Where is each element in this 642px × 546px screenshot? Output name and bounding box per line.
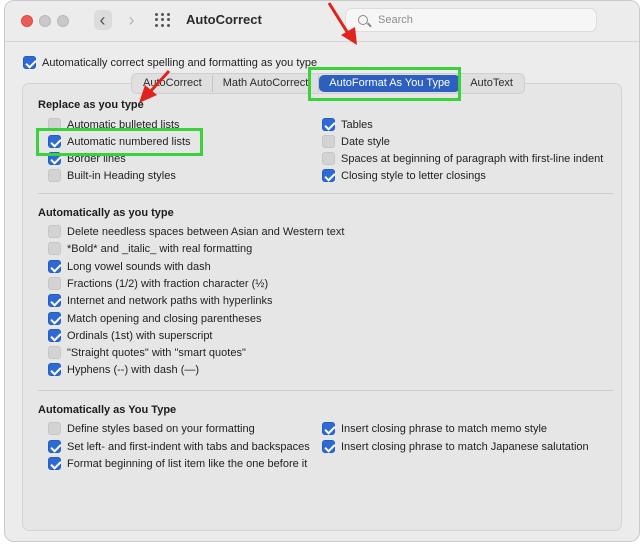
search-icon xyxy=(358,15,368,25)
option-row[interactable]: Date style xyxy=(322,135,390,148)
option-row[interactable]: Spaces at beginning of paragraph with fi… xyxy=(322,152,603,165)
option-label: Long vowel sounds with dash xyxy=(67,260,211,273)
option-checkbox[interactable] xyxy=(48,260,61,273)
section-automatically-title: Automatically as you type xyxy=(38,207,174,219)
autocorrect-window: ‹ › AutoCorrect Automatically correct sp… xyxy=(4,0,640,542)
option-label: "Straight quotes" with "smart quotes" xyxy=(67,346,246,359)
option-checkbox[interactable] xyxy=(322,169,335,182)
option-checkbox[interactable] xyxy=(48,242,61,255)
option-row[interactable]: Insert closing phrase to match Japanese … xyxy=(322,440,589,453)
section-divider xyxy=(38,390,613,391)
option-row[interactable]: Long vowel sounds with dash xyxy=(48,260,211,273)
option-checkbox[interactable] xyxy=(48,346,61,359)
window-title: AutoCorrect xyxy=(186,12,262,27)
option-label: Internet and network paths with hyperlin… xyxy=(67,294,273,307)
option-checkbox[interactable] xyxy=(48,277,61,290)
option-row[interactable]: Ordinals (1st) with superscript xyxy=(48,329,213,342)
option-row[interactable]: Define styles based on your formatting xyxy=(48,422,255,435)
option-label: Insert closing phrase to match Japanese … xyxy=(341,440,589,453)
close-window-button[interactable] xyxy=(21,15,33,27)
option-row[interactable]: Match opening and closing parentheses xyxy=(48,312,261,325)
option-row[interactable]: Internet and network paths with hyperlin… xyxy=(48,294,272,307)
option-label: Ordinals (1st) with superscript xyxy=(67,329,213,342)
option-label: Spaces at beginning of paragraph with fi… xyxy=(341,152,604,165)
title-separator xyxy=(5,41,639,42)
option-checkbox[interactable] xyxy=(48,135,61,148)
option-label: Date style xyxy=(341,135,390,148)
option-label: Insert closing phrase to match memo styl… xyxy=(341,422,548,435)
option-label: Built-in Heading styles xyxy=(67,169,176,182)
back-arrow-icon[interactable]: ‹ xyxy=(93,10,112,30)
option-label: Set left- and first-indent with tabs and… xyxy=(67,440,310,453)
navigation-buttons: ‹ › xyxy=(85,8,143,32)
option-checkbox[interactable] xyxy=(48,312,61,325)
show-all-grid-icon[interactable] xyxy=(155,13,171,27)
top-option-label: Automatically correct spelling and forma… xyxy=(42,56,318,69)
title-bar: ‹ › AutoCorrect xyxy=(5,1,639,41)
tab-autoformat-as-you-type[interactable]: AutoFormat As You Type xyxy=(319,75,461,92)
top-option-row[interactable]: Automatically correct spelling and forma… xyxy=(23,56,317,69)
top-option-checkbox[interactable] xyxy=(23,56,36,69)
option-row[interactable]: "Straight quotes" with "smart quotes" xyxy=(48,346,246,359)
option-row[interactable]: *Bold* and _italic_ with real formatting xyxy=(48,242,252,255)
option-row[interactable]: Built-in Heading styles xyxy=(48,169,176,182)
option-row[interactable]: Insert closing phrase to match memo styl… xyxy=(322,422,547,435)
option-checkbox[interactable] xyxy=(48,118,61,131)
option-checkbox[interactable] xyxy=(48,457,61,470)
option-checkbox[interactable] xyxy=(322,135,335,148)
forward-arrow-icon[interactable]: › xyxy=(129,11,135,29)
option-label: Closing style to letter closings xyxy=(341,169,486,182)
search-box[interactable] xyxy=(345,8,597,32)
option-checkbox[interactable] xyxy=(48,152,61,165)
option-row[interactable]: Automatic bulleted lists xyxy=(48,118,180,131)
option-row[interactable]: Automatic numbered lists xyxy=(48,135,191,148)
option-checkbox[interactable] xyxy=(48,225,61,238)
option-row[interactable]: Closing style to letter closings xyxy=(322,169,486,182)
search-input[interactable] xyxy=(376,13,576,27)
tab-autocorrect[interactable]: AutoCorrect xyxy=(133,75,213,92)
option-checkbox[interactable] xyxy=(48,363,61,376)
option-label: Automatic numbered lists xyxy=(67,135,191,148)
tab-autotext[interactable]: AutoText xyxy=(460,75,523,92)
option-label: Hyphens (--) with dash (—) xyxy=(67,363,200,376)
option-label: Delete needless spaces between Asian and… xyxy=(67,225,345,238)
option-row[interactable]: Hyphens (--) with dash (—) xyxy=(48,363,199,376)
option-checkbox[interactable] xyxy=(322,440,335,453)
section-replace-title: Replace as you type xyxy=(38,99,144,111)
option-label: Fractions (1/2) with fraction character … xyxy=(67,277,269,290)
option-label: Automatic bulleted lists xyxy=(67,118,180,131)
option-checkbox[interactable] xyxy=(48,422,61,435)
tab-bar: AutoCorrect Math AutoCorrect AutoFormat … xyxy=(131,73,525,94)
option-row[interactable]: Border lines xyxy=(48,152,126,165)
zoom-window-button[interactable] xyxy=(57,15,69,27)
option-label: Define styles based on your formatting xyxy=(67,422,255,435)
option-label: Border lines xyxy=(67,152,126,165)
option-row[interactable]: Delete needless spaces between Asian and… xyxy=(48,225,344,238)
option-row[interactable]: Set left- and first-indent with tabs and… xyxy=(48,440,310,453)
option-checkbox[interactable] xyxy=(48,440,61,453)
option-checkbox[interactable] xyxy=(48,169,61,182)
option-label: *Bold* and _italic_ with real formatting xyxy=(67,242,253,255)
option-checkbox[interactable] xyxy=(322,422,335,435)
option-row[interactable]: Format beginning of list item like the o… xyxy=(48,457,307,470)
option-checkbox[interactable] xyxy=(48,294,61,307)
option-label: Tables xyxy=(341,118,373,131)
section-as-you-type-title: Automatically as You Type xyxy=(38,404,177,416)
option-row[interactable]: Tables xyxy=(322,118,373,131)
option-checkbox[interactable] xyxy=(322,118,335,131)
section-divider xyxy=(38,193,613,194)
tab-math-autocorrect[interactable]: Math AutoCorrect xyxy=(213,75,320,92)
minimize-window-button[interactable] xyxy=(39,15,51,27)
option-label: Match opening and closing parentheses xyxy=(67,312,262,325)
option-checkbox[interactable] xyxy=(48,329,61,342)
option-row[interactable]: Fractions (1/2) with fraction character … xyxy=(48,277,268,290)
option-checkbox[interactable] xyxy=(322,152,335,165)
option-label: Format beginning of list item like the o… xyxy=(67,457,308,470)
